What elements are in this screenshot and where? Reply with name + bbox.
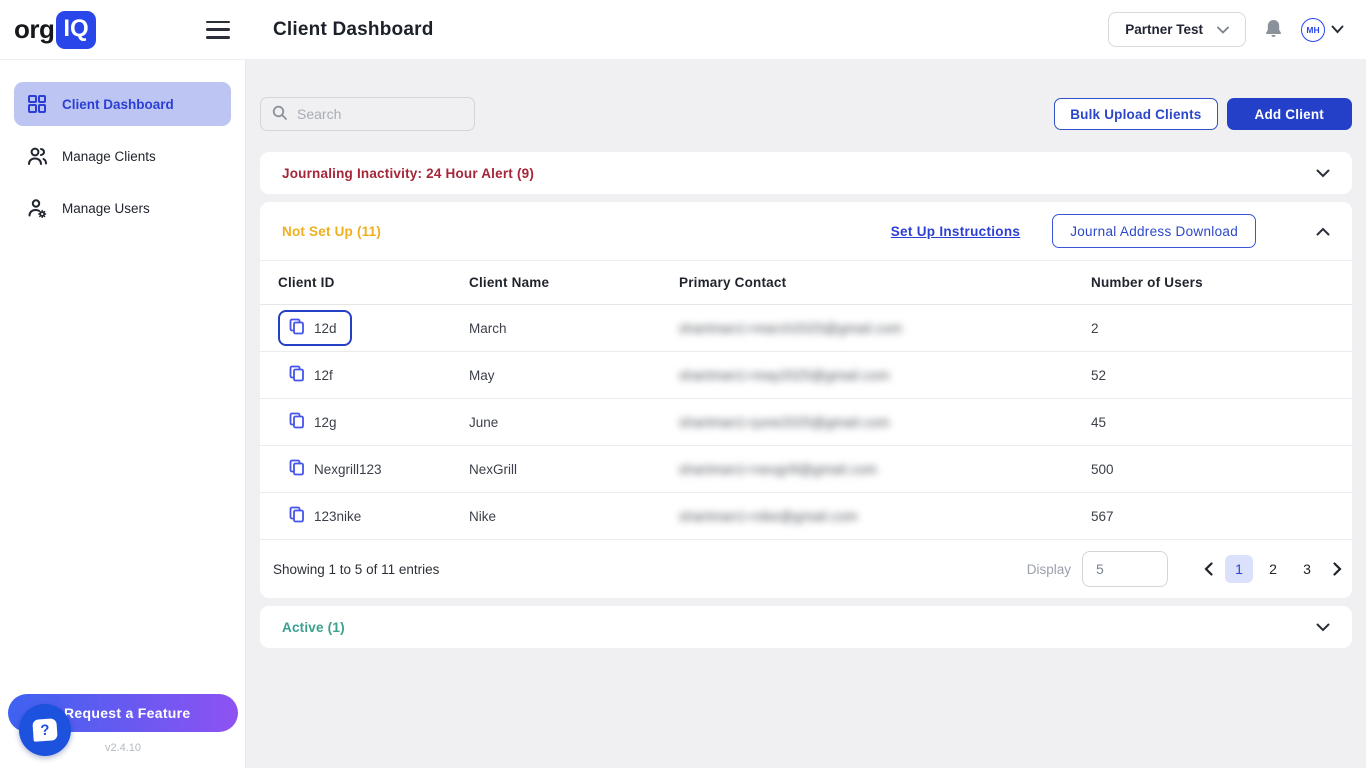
active-section-header[interactable]: Active (1) [260, 606, 1352, 648]
pagination: 1 2 3 [1198, 555, 1348, 583]
avatar: MH [1301, 18, 1325, 42]
active-section-title: Active (1) [282, 620, 345, 635]
user-menu[interactable]: MH [1301, 18, 1344, 42]
primary-contact: shartman1+nike@gmail.com [679, 509, 1089, 524]
logo-text-org: org [14, 14, 54, 45]
table-row: 12f May shartman1+may2025@gmail.com 52 [260, 352, 1352, 399]
app-logo: org IQ [14, 11, 96, 49]
logo-text-iq: IQ [56, 11, 95, 49]
table-row: 12d March shartman1+march2025@gmail.com … [260, 305, 1352, 352]
number-of-users: 45 [1089, 399, 1352, 446]
help-widget-button[interactable]: ? [19, 704, 71, 756]
primary-contact: shartman1+nexgrill@gmail.com [679, 462, 1089, 477]
table-row: 12g June shartman1+june2025@gmail.com 45 [260, 399, 1352, 446]
client-id-chip[interactable]: 123nike [278, 498, 376, 534]
number-of-users: 500 [1089, 446, 1352, 493]
menu-toggle-icon[interactable] [206, 21, 230, 39]
page-button-3[interactable]: 3 [1293, 555, 1321, 583]
copy-icon[interactable] [289, 412, 305, 432]
search-icon [272, 105, 288, 124]
sidebar-item-manage-clients[interactable]: Manage Clients [14, 134, 231, 178]
partner-selector-label: Partner Test [1125, 22, 1203, 37]
journaling-alert-card: Journaling Inactivity: 24 Hour Alert (9) [260, 152, 1352, 194]
col-header-client-id: Client ID [260, 261, 469, 305]
not-set-up-title: Not Set Up (11) [282, 224, 381, 239]
table-row: 123nike Nike shartman1+nike@gmail.com 56… [260, 493, 1352, 540]
sidebar-item-manage-users[interactable]: Manage Users [14, 186, 231, 230]
client-name: Nike [469, 493, 679, 540]
bulk-upload-clients-button[interactable]: Bulk Upload Clients [1054, 98, 1217, 130]
search-box[interactable] [260, 97, 475, 131]
next-page-icon[interactable] [1327, 562, 1348, 576]
journaling-alert-title: Journaling Inactivity: 24 Hour Alert (9) [282, 166, 534, 181]
col-header-primary-contact: Primary Contact [679, 261, 1089, 305]
prev-page-icon[interactable] [1198, 562, 1219, 576]
client-name: May [469, 352, 679, 399]
partner-selector[interactable]: Partner Test [1108, 12, 1246, 47]
sidebar-item-client-dashboard[interactable]: Client Dashboard [14, 82, 231, 126]
chevron-down-icon [1331, 25, 1344, 34]
number-of-users: 567 [1089, 493, 1352, 540]
primary-contact: shartman1+may2025@gmail.com [679, 368, 1089, 383]
copy-icon[interactable] [289, 365, 305, 385]
add-client-button[interactable]: Add Client [1227, 98, 1353, 130]
setup-instructions-link[interactable]: Set Up Instructions [891, 224, 1020, 239]
page-button-1[interactable]: 1 [1225, 555, 1253, 583]
primary-contact: shartman1+march2025@gmail.com [679, 321, 1089, 336]
table-row: Nexgrill123 NexGrill shartman1+nexgrill@… [260, 446, 1352, 493]
journaling-alert-header[interactable]: Journaling Inactivity: 24 Hour Alert (9) [260, 152, 1352, 194]
col-header-client-name: Client Name [469, 261, 679, 305]
client-id-chip[interactable]: 12f [278, 357, 348, 393]
client-id-chip[interactable]: 12d [278, 310, 352, 346]
chevron-down-icon[interactable] [1316, 623, 1330, 632]
table-header-row: Client ID Client Name Primary Contact Nu… [260, 261, 1352, 305]
chevron-up-icon[interactable] [1316, 227, 1330, 236]
client-name: NexGrill [469, 446, 679, 493]
sidebar-item-label: Manage Users [62, 201, 150, 216]
search-input[interactable] [297, 106, 463, 122]
active-card: Active (1) [260, 606, 1352, 648]
not-set-up-header: Not Set Up (11) Set Up Instructions Jour… [260, 202, 1352, 260]
client-id: 12g [314, 415, 337, 430]
showing-entries-text: Showing 1 to 5 of 11 entries [273, 562, 439, 577]
display-label: Display [1027, 562, 1071, 577]
sidebar-item-label: Manage Clients [62, 149, 156, 164]
page-button-2[interactable]: 2 [1259, 555, 1287, 583]
toolbar: Bulk Upload Clients Add Client [260, 97, 1352, 131]
client-name: June [469, 399, 679, 446]
client-name: March [469, 305, 679, 352]
number-of-users: 2 [1089, 305, 1352, 352]
page-title: Client Dashboard [273, 19, 434, 41]
notification-bell-icon[interactable] [1264, 18, 1283, 42]
dashboard-grid-icon [26, 93, 48, 115]
client-id-chip[interactable]: Nexgrill123 [278, 451, 397, 487]
client-id: 12d [314, 321, 337, 336]
client-id: 123nike [314, 509, 361, 524]
client-id: Nexgrill123 [314, 462, 382, 477]
copy-icon[interactable] [289, 506, 305, 526]
user-gear-icon [26, 197, 48, 219]
journal-address-download-button[interactable]: Journal Address Download [1052, 214, 1256, 248]
table-footer: Showing 1 to 5 of 11 entries Display 1 2… [260, 540, 1352, 598]
not-set-up-card: Not Set Up (11) Set Up Instructions Jour… [260, 202, 1352, 598]
primary-contact: shartman1+june2025@gmail.com [679, 415, 1089, 430]
main-content: Bulk Upload Clients Add Client Journalin… [246, 60, 1366, 648]
sidebar: Client Dashboard Manage Clients Manage U… [0, 60, 246, 768]
page-size-input[interactable] [1082, 551, 1168, 587]
chevron-down-icon [1217, 26, 1229, 34]
people-icon [26, 145, 48, 167]
number-of-users: 52 [1089, 352, 1352, 399]
question-chat-icon: ? [32, 718, 57, 742]
sidebar-item-label: Client Dashboard [62, 97, 174, 112]
client-id-chip[interactable]: 12g [278, 404, 352, 440]
col-header-number-of-users: Number of Users [1089, 261, 1352, 305]
copy-icon[interactable] [289, 318, 305, 338]
chevron-down-icon[interactable] [1316, 169, 1330, 178]
clients-table: Client ID Client Name Primary Contact Nu… [260, 260, 1352, 540]
copy-icon[interactable] [289, 459, 305, 479]
top-bar: org IQ Client Dashboard Partner Test MH [0, 0, 1366, 60]
client-id: 12f [314, 368, 333, 383]
